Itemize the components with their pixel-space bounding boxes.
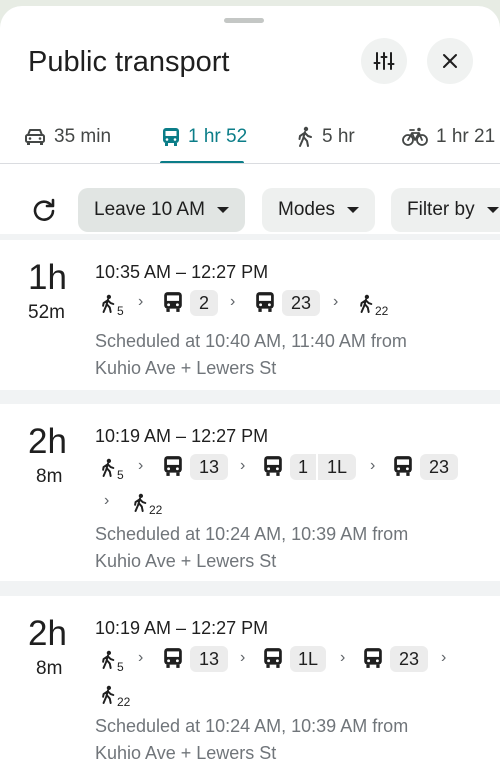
- walk-icon: [102, 458, 115, 477]
- refresh-icon: [33, 198, 55, 221]
- walk-leg: 5: [100, 290, 124, 318]
- duration-minutes: 52m: [28, 302, 65, 323]
- tab-walk[interactable]: 5 hr: [296, 112, 355, 162]
- tab-transit[interactable]: 1 hr 52: [162, 112, 247, 162]
- bus-icon: [164, 292, 182, 312]
- time-range: 10:35 AM – 12:27 PM: [95, 262, 269, 282]
- tab-drive[interactable]: 35 min: [24, 112, 111, 162]
- schedule-stop: Kuhio Ave + Lewers St: [95, 358, 277, 378]
- drag-handle[interactable]: [224, 18, 264, 23]
- bus-icon: [364, 648, 382, 668]
- chevron-right-icon: ›: [340, 649, 346, 666]
- walk-icon: [360, 294, 373, 313]
- walk-leg: 22: [132, 489, 162, 517]
- bus-icon: [394, 456, 412, 476]
- duration-minutes: 8m: [36, 658, 63, 679]
- walk-minutes: 22: [375, 304, 389, 318]
- duration-hours: 1h: [28, 258, 67, 297]
- bus-route-badge: 13: [190, 646, 228, 672]
- route-card[interactable]: 2h 8m 10:19 AM – 12:27 PM 5 › 13 › 1 1L …: [0, 404, 500, 581]
- walk-icon: [102, 685, 115, 704]
- bus-route-badge: 23: [390, 646, 428, 672]
- duration-hours: 2h: [28, 614, 67, 653]
- walk-leg: 22: [358, 290, 388, 318]
- walk-minutes: 22: [117, 695, 131, 709]
- chevron-down-icon: [347, 207, 360, 213]
- leave-time-dropdown[interactable]: Leave 10 AM: [78, 188, 245, 232]
- page-title: Public transport: [28, 46, 230, 78]
- chevron-right-icon: ›: [370, 457, 376, 474]
- schedule-text: Scheduled at 10:40 AM, 11:40 AM from: [95, 331, 407, 351]
- bus-route-badge: 1: [290, 454, 316, 480]
- time-range: 10:19 AM – 12:27 PM: [95, 426, 269, 446]
- walk-minutes: 22: [149, 503, 163, 517]
- tab-drive-label: 35 min: [54, 126, 112, 147]
- bus-route-badge: 23: [282, 290, 320, 316]
- chevron-down-icon: [216, 207, 229, 213]
- schedule-stop: Kuhio Ave + Lewers St: [95, 743, 277, 763]
- tab-walk-label: 5 hr: [322, 126, 355, 147]
- walk-leg: 5: [100, 646, 124, 674]
- schedule-text: Scheduled at 10:24 AM, 10:39 AM from: [95, 524, 409, 544]
- close-button[interactable]: [427, 38, 473, 84]
- directions-sheet: Public transport 35 min 1 hr 52 5 hr 1 h…: [0, 6, 500, 778]
- tab-cycle[interactable]: 1 hr 21: [402, 112, 495, 162]
- bus-route-badge: 1L: [290, 646, 326, 672]
- travel-mode-tabs: 35 min 1 hr 52 5 hr 1 hr 21: [0, 112, 500, 164]
- route-options-bar: Leave 10 AM Modes Filter by: [0, 164, 500, 234]
- tab-transit-label: 1 hr 52: [188, 126, 248, 147]
- bus-icon: [264, 648, 282, 668]
- options-button[interactable]: [361, 38, 407, 84]
- leave-time-label: Leave 10 AM: [94, 199, 205, 220]
- walk-icon: [102, 294, 115, 313]
- walk-leg: 5: [100, 454, 124, 482]
- bus-icon: [264, 456, 282, 476]
- bus-icon: [163, 128, 179, 146]
- route-card[interactable]: 1h 52m 10:35 AM – 12:27 PM 5 › 2 › 23 › …: [0, 240, 500, 390]
- walk-icon: [298, 126, 312, 147]
- bus-route-badge: 23: [420, 454, 458, 480]
- close-icon: [443, 54, 457, 68]
- modes-label: Modes: [278, 199, 336, 220]
- sliders-icon: [373, 52, 395, 70]
- bike-icon: [402, 127, 428, 146]
- chevron-right-icon: ›: [138, 457, 144, 474]
- walk-minutes: 5: [117, 660, 124, 674]
- sheet-header: Public transport 35 min 1 hr 52 5 hr 1 h…: [0, 6, 500, 164]
- chevron-right-icon: ›: [230, 293, 236, 310]
- bus-icon: [164, 648, 182, 668]
- car-icon: [25, 129, 45, 145]
- bus-route-badge: 13: [190, 454, 228, 480]
- bus-route-badge: 1L: [318, 454, 356, 480]
- bus-route-badge: 2: [190, 290, 218, 316]
- chevron-right-icon: ›: [240, 457, 246, 474]
- chevron-right-icon: ›: [104, 492, 110, 509]
- modes-dropdown[interactable]: Modes: [262, 188, 376, 232]
- chevron-right-icon: ›: [240, 649, 246, 666]
- filter-label: Filter by: [407, 199, 475, 220]
- chevron-right-icon: ›: [138, 293, 144, 310]
- walk-icon: [134, 493, 147, 512]
- refresh-button[interactable]: [28, 194, 60, 226]
- tab-cycle-label: 1 hr 21: [436, 126, 496, 147]
- chevron-right-icon: ›: [441, 649, 447, 666]
- filter-dropdown[interactable]: Filter by: [391, 188, 500, 232]
- time-range: 10:19 AM – 12:27 PM: [95, 618, 269, 638]
- walk-leg: 22: [100, 681, 130, 709]
- route-card[interactable]: 2h 8m 10:19 AM – 12:27 PM 5 › 13 › 1L › …: [0, 596, 500, 778]
- walk-minutes: 5: [117, 468, 124, 482]
- duration-minutes: 8m: [36, 466, 63, 487]
- chevron-right-icon: ›: [333, 293, 339, 310]
- bus-icon: [164, 456, 182, 476]
- chevron-down-icon: [486, 207, 499, 213]
- duration-hours: 2h: [28, 422, 67, 461]
- bus-icon: [256, 292, 274, 312]
- walk-minutes: 5: [117, 304, 124, 318]
- schedule-text: Scheduled at 10:24 AM, 10:39 AM from: [95, 716, 409, 736]
- schedule-stop: Kuhio Ave + Lewers St: [95, 551, 277, 571]
- walk-icon: [102, 650, 115, 669]
- chevron-right-icon: ›: [138, 649, 144, 666]
